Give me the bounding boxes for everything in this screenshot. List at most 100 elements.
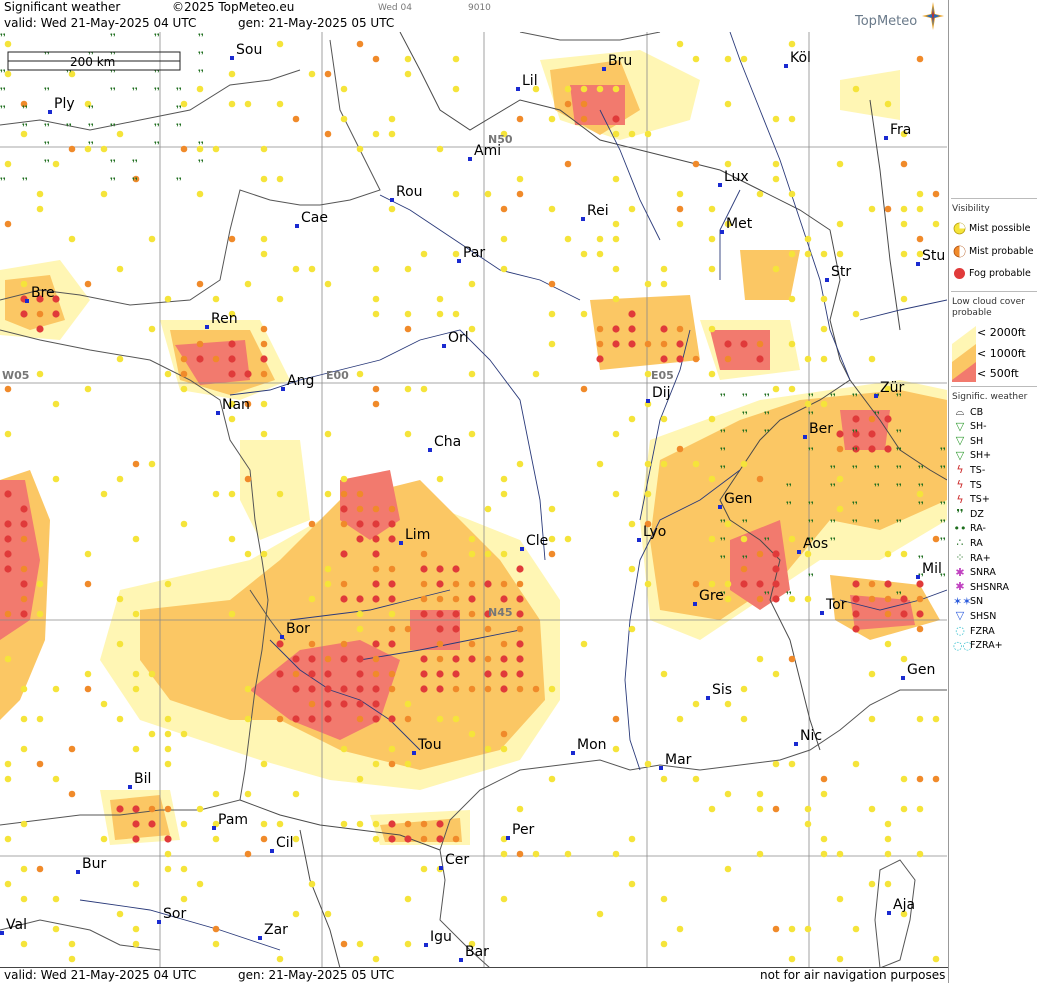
mist-possible-symbol: [404, 895, 412, 903]
mist-possible-symbol: [772, 160, 780, 168]
mist-possible-symbol: [36, 580, 44, 588]
footer-valid-time: valid: Wed 21-May-2025 04 UTC: [4, 968, 197, 982]
city-label: Ami: [474, 143, 501, 159]
mist-possible-symbol: [788, 250, 796, 258]
fog-symbol: [308, 670, 316, 678]
mist-probable-symbol: [84, 685, 92, 693]
mist-possible-symbol: [20, 820, 28, 828]
mist-probable-symbol: [756, 595, 764, 603]
mist-possible-symbol: [804, 235, 812, 243]
fog-symbol: [740, 340, 748, 348]
drizzle-symbol: ❜❜: [918, 501, 924, 511]
fog-symbol: [676, 340, 684, 348]
mist-probable-symbol: [532, 685, 540, 693]
mist-possible-symbol: [788, 115, 796, 123]
city-label: Rei: [587, 203, 609, 219]
mist-possible-symbol: [580, 310, 588, 318]
mist-probable-symbol: [404, 325, 412, 333]
mist-possible-symbol: [164, 745, 172, 753]
mist-probable-symbol: [260, 370, 268, 378]
legend-divider: [951, 386, 1037, 387]
mist-probable-symbol: [260, 325, 268, 333]
mist-possible-symbol: [756, 655, 764, 663]
mist-possible-symbol: [404, 70, 412, 78]
drizzle-symbol: ❜❜: [88, 123, 94, 133]
mist-possible-symbol: [676, 925, 684, 933]
low-cloud-layer: [0, 50, 947, 845]
map-canvas: ❜❜ ❜❜ ❜❜ ❜❜ ❜❜ ❜❜ ❜❜ ❜❜ ❜❜ ❜❜ ❜❜ ❜❜ ❜❜ ❜❜ ❜❜ ❜❜ ❜❜ ❜❜ ❜❜ ❜❜…: [0, 32, 947, 968]
thunderstorm-heavy-icon: ϟ: [956, 492, 964, 506]
fog-symbol: [308, 655, 316, 663]
fog-symbol: [36, 325, 44, 333]
mist-possible-symbol: [356, 625, 364, 633]
mist-possible-symbol: [212, 490, 220, 498]
mist-probable-symbol: [196, 340, 204, 348]
city-marker: [637, 538, 641, 542]
mist-possible-symbol: [36, 715, 44, 723]
mist-possible-symbol: [836, 220, 844, 228]
fog-symbol: [388, 835, 396, 843]
mist-possible-symbol: [116, 355, 124, 363]
mist-possible-symbol: [164, 715, 172, 723]
city-marker: [459, 958, 463, 962]
mist-possible-symbol: [868, 355, 876, 363]
mist-possible-symbol: [596, 235, 604, 243]
mist-probable-symbol: [180, 145, 188, 153]
mist-probable-symbol: [436, 595, 444, 603]
mist-possible-symbol: [4, 760, 12, 768]
city-label: Ren: [211, 311, 238, 327]
mist-probable-symbol: [356, 505, 364, 513]
fog-symbol: [756, 580, 764, 588]
fog-symbol: [388, 640, 396, 648]
mist-possible-symbol: [468, 325, 476, 333]
mist-possible-symbol: [884, 640, 892, 648]
drizzle-symbol: ❜❜: [176, 105, 182, 115]
fog-symbol: [516, 655, 524, 663]
city-label: Val: [6, 917, 27, 933]
drizzle-symbol: ❜❜: [852, 393, 858, 403]
drizzle-symbol: ❜❜: [874, 519, 880, 529]
fog-symbol: [676, 355, 684, 363]
city-label: Cha: [434, 434, 461, 450]
city-marker: [281, 387, 285, 391]
thunderstorm-icon: ϟ: [956, 478, 964, 491]
mist-possible-symbol: [308, 880, 316, 888]
mist-possible-symbol: [740, 715, 748, 723]
mist-probable-symbol: [244, 475, 252, 483]
fog-symbol: [436, 625, 444, 633]
legend-label: DZ: [970, 508, 984, 520]
mist-possible-symbol: [260, 820, 268, 828]
mist-possible-symbol: [884, 100, 892, 108]
drizzle-symbol: ❜❜: [874, 465, 880, 475]
fog-symbol: [852, 625, 860, 633]
mist-possible-symbol: [148, 460, 156, 468]
drizzle-symbol: ❜❜: [22, 177, 28, 187]
mist-possible-symbol: [116, 715, 124, 723]
city-marker: [720, 230, 724, 234]
mist-probable-symbol: [308, 640, 316, 648]
city-marker: [216, 411, 220, 415]
fog-symbol: [132, 820, 140, 828]
drizzle-symbol: ❜❜: [88, 105, 94, 115]
mist-probable-symbol: [308, 700, 316, 708]
mist-possible-symbol: [452, 715, 460, 723]
fog-symbol: [196, 355, 204, 363]
mist-possible-symbol: [596, 85, 604, 93]
mist-probable-symbol: [548, 280, 556, 288]
mist-possible-symbol: [356, 145, 364, 153]
drizzle-symbol: ❜❜: [896, 465, 902, 475]
mist-possible-symbol: [324, 280, 332, 288]
mist-probable-symbol: [420, 595, 428, 603]
mist-probable-symbol: [404, 625, 412, 633]
mist-possible-symbol: [116, 640, 124, 648]
legend-sigwx-shsn: ▽ SHSN: [953, 610, 997, 622]
weather-map: ❜❜ ❜❜ ❜❜ ❜❜ ❜❜ ❜❜ ❜❜ ❜❜ ❜❜ ❜❜ ❜❜ ❜❜ ❜❜ ❜❜ ❜❜ ❜❜ ❜❜ ❜❜ ❜❜ ❜❜…: [0, 32, 947, 968]
city-marker: [280, 635, 284, 639]
mist-probable-symbol: [676, 205, 684, 213]
fog-symbol: [308, 685, 316, 693]
mist-possible-symbol: [772, 760, 780, 768]
mist-probable-symbol: [676, 445, 684, 453]
cb-icon: ⌓: [955, 405, 965, 418]
mist-possible-symbol: [692, 775, 700, 783]
mist-possible-symbol: [116, 910, 124, 918]
